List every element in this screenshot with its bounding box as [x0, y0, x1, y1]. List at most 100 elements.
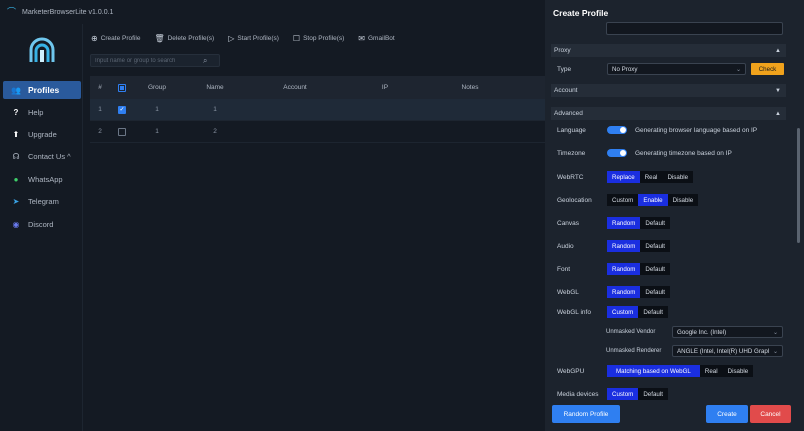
webrtc-label: WebRTC: [557, 173, 584, 181]
webgpu-row: WebGPU Matching based on WebGL Real Disa…: [557, 365, 754, 377]
webgl-info-option[interactable]: Custom: [607, 306, 639, 318]
collapse-up-icon: ▲: [775, 110, 781, 117]
webgl-row: WebGL Random Default: [557, 286, 670, 298]
timezone-toggle[interactable]: [607, 149, 627, 157]
sidebar-item-label: Discord: [28, 219, 54, 229]
geolocation-option[interactable]: Enable: [638, 194, 668, 206]
search-icon[interactable]: ⌕: [203, 56, 207, 66]
plus-circle-icon: ⊕: [91, 34, 98, 43]
create-button[interactable]: Create: [706, 405, 748, 423]
webgpu-option[interactable]: Real: [700, 365, 723, 377]
webrtc-option[interactable]: Disable: [662, 171, 693, 183]
chevron-down-icon: ⌄: [772, 348, 778, 355]
search-box: ⌕: [90, 54, 220, 67]
delete-profiles-button[interactable]: 🗑 Delete Profile(s): [154, 34, 214, 43]
webrtc-option[interactable]: Real: [640, 171, 663, 183]
proxy-section-header[interactable]: Proxy ▲: [551, 44, 786, 57]
webrtc-option[interactable]: Replace: [607, 171, 640, 183]
proxy-type-select[interactable]: No Proxy ⌄: [607, 63, 746, 75]
font-option[interactable]: Default: [640, 263, 670, 275]
geolocation-segmented: Custom Enable Disable: [607, 194, 699, 206]
canvas-option[interactable]: Random: [607, 217, 641, 229]
audio-segmented: Random Default: [607, 240, 670, 252]
audio-option[interactable]: Default: [640, 240, 670, 252]
header-group[interactable]: Group: [134, 84, 180, 91]
check-proxy-button[interactable]: Check: [751, 63, 784, 75]
webgl-segmented: Random Default: [607, 286, 670, 298]
random-profile-button[interactable]: Random Profile: [552, 405, 620, 423]
discord-icon: ◉: [12, 219, 20, 229]
font-label: Font: [557, 265, 571, 273]
webgpu-option[interactable]: Matching based on WebGL: [607, 365, 700, 377]
create-profile-label: Create Profile: [100, 35, 141, 42]
sidebar-item-whatsapp[interactable]: ● WhatsApp: [3, 170, 81, 188]
headset-icon: ☊: [12, 151, 20, 161]
stop-profiles-button[interactable]: ☐ Stop Profile(s): [293, 34, 344, 43]
header-account[interactable]: Account: [250, 84, 340, 91]
unmasked-renderer-select[interactable]: ANGLE (Intel, Intel(R) UHD Grapl ⌄: [672, 345, 783, 357]
timezone-text: Generating timezone based on IP: [635, 149, 732, 157]
create-profile-button[interactable]: ⊕ Create Profile: [91, 34, 140, 43]
sidebar-item-help[interactable]: ? Help: [3, 103, 81, 121]
webgl-info-row: WebGL info Custom Default: [557, 306, 668, 318]
timezone-label: Timezone: [557, 149, 586, 157]
advanced-section-label: Advanced: [554, 110, 583, 117]
geolocation-option[interactable]: Disable: [668, 194, 699, 206]
cancel-button[interactable]: Cancel: [750, 405, 791, 423]
sidebar-item-label: Telegram: [28, 196, 59, 206]
sidebar-item-discord[interactable]: ◉ Discord: [3, 215, 81, 233]
profile-field-input[interactable]: [606, 22, 783, 35]
media-devices-option[interactable]: Custom: [607, 388, 639, 400]
collapse-up-icon: ▲: [775, 47, 781, 54]
header-name[interactable]: Name: [180, 84, 250, 91]
proxy-section-label: Proxy: [554, 47, 571, 54]
unmasked-renderer-value: ANGLE (Intel, Intel(R) UHD Grapl: [677, 347, 770, 355]
row-checkbox[interactable]: ✓: [118, 105, 126, 114]
timezone-row: Timezone Generating timezone based on IP: [557, 149, 732, 157]
toolbar: ⊕ Create Profile 🗑 Delete Profile(s) ▷ S…: [91, 34, 395, 43]
search-input[interactable]: [91, 57, 201, 64]
canvas-option[interactable]: Default: [640, 217, 670, 229]
sidebar-item-profiles[interactable]: 👥 Profiles: [3, 81, 81, 99]
gmailbot-label: GmailBot: [367, 35, 395, 42]
start-profiles-button[interactable]: ▷ Start Profile(s): [228, 34, 279, 43]
media-devices-option[interactable]: Default: [638, 388, 668, 400]
sidebar-item-label: Contact Us ^: [28, 151, 71, 161]
sidebar-item-contact-us[interactable]: ☊ Contact Us ^: [3, 147, 81, 165]
gmailbot-button[interactable]: ✉ GmailBot: [358, 34, 394, 43]
webgl-option[interactable]: Default: [640, 286, 670, 298]
sidebar-item-label: WhatsApp: [28, 174, 63, 184]
create-profile-panel: Create Profile Proxy ▲ Type No Proxy ⌄ C…: [545, 0, 804, 431]
select-all-checkbox[interactable]: [118, 83, 126, 92]
table-header: # Group Name Account IP Notes: [90, 76, 545, 99]
table-row[interactable]: 1 ✓ 1 1: [90, 99, 545, 121]
language-toggle[interactable]: [607, 126, 627, 134]
webgl-info-option[interactable]: Default: [638, 306, 668, 318]
table-row[interactable]: 2 1 2: [90, 121, 545, 143]
chevron-down-icon: ⌄: [772, 329, 778, 336]
window-title: MarketerBrowserLite v1.0.0.1: [22, 8, 114, 16]
sidebar-item-telegram[interactable]: ➤ Telegram: [3, 192, 81, 210]
webgl-info-label: WebGL info: [557, 308, 591, 316]
play-icon: ▷: [228, 34, 235, 43]
stop-profiles-label: Stop Profile(s): [303, 35, 345, 42]
header-ip[interactable]: IP: [340, 84, 430, 91]
advanced-section-header[interactable]: Advanced ▲: [551, 107, 786, 120]
audio-option[interactable]: Random: [607, 240, 641, 252]
unmasked-vendor-select[interactable]: Google Inc. (Intel) ⌄: [672, 326, 783, 338]
account-section-header[interactable]: Account ▼: [551, 84, 786, 97]
geolocation-option[interactable]: Custom: [607, 194, 638, 206]
sidebar-item-upgrade[interactable]: ⬆ Upgrade: [3, 125, 81, 143]
audio-label: Audio: [557, 242, 574, 250]
webgl-option[interactable]: Random: [607, 286, 641, 298]
delete-profiles-label: Delete Profile(s): [167, 35, 215, 42]
webgpu-option[interactable]: Disable: [723, 365, 754, 377]
panel-scrollbar[interactable]: [797, 128, 800, 243]
row-checkbox[interactable]: [118, 127, 126, 136]
webgpu-segmented: Matching based on WebGL Real Disable: [607, 365, 754, 377]
proxy-type-label: Type: [557, 65, 572, 73]
font-option[interactable]: Random: [607, 263, 641, 275]
account-section-label: Account: [554, 87, 578, 94]
media-devices-label: Media devices: [557, 390, 599, 398]
header-notes[interactable]: Notes: [430, 84, 510, 91]
